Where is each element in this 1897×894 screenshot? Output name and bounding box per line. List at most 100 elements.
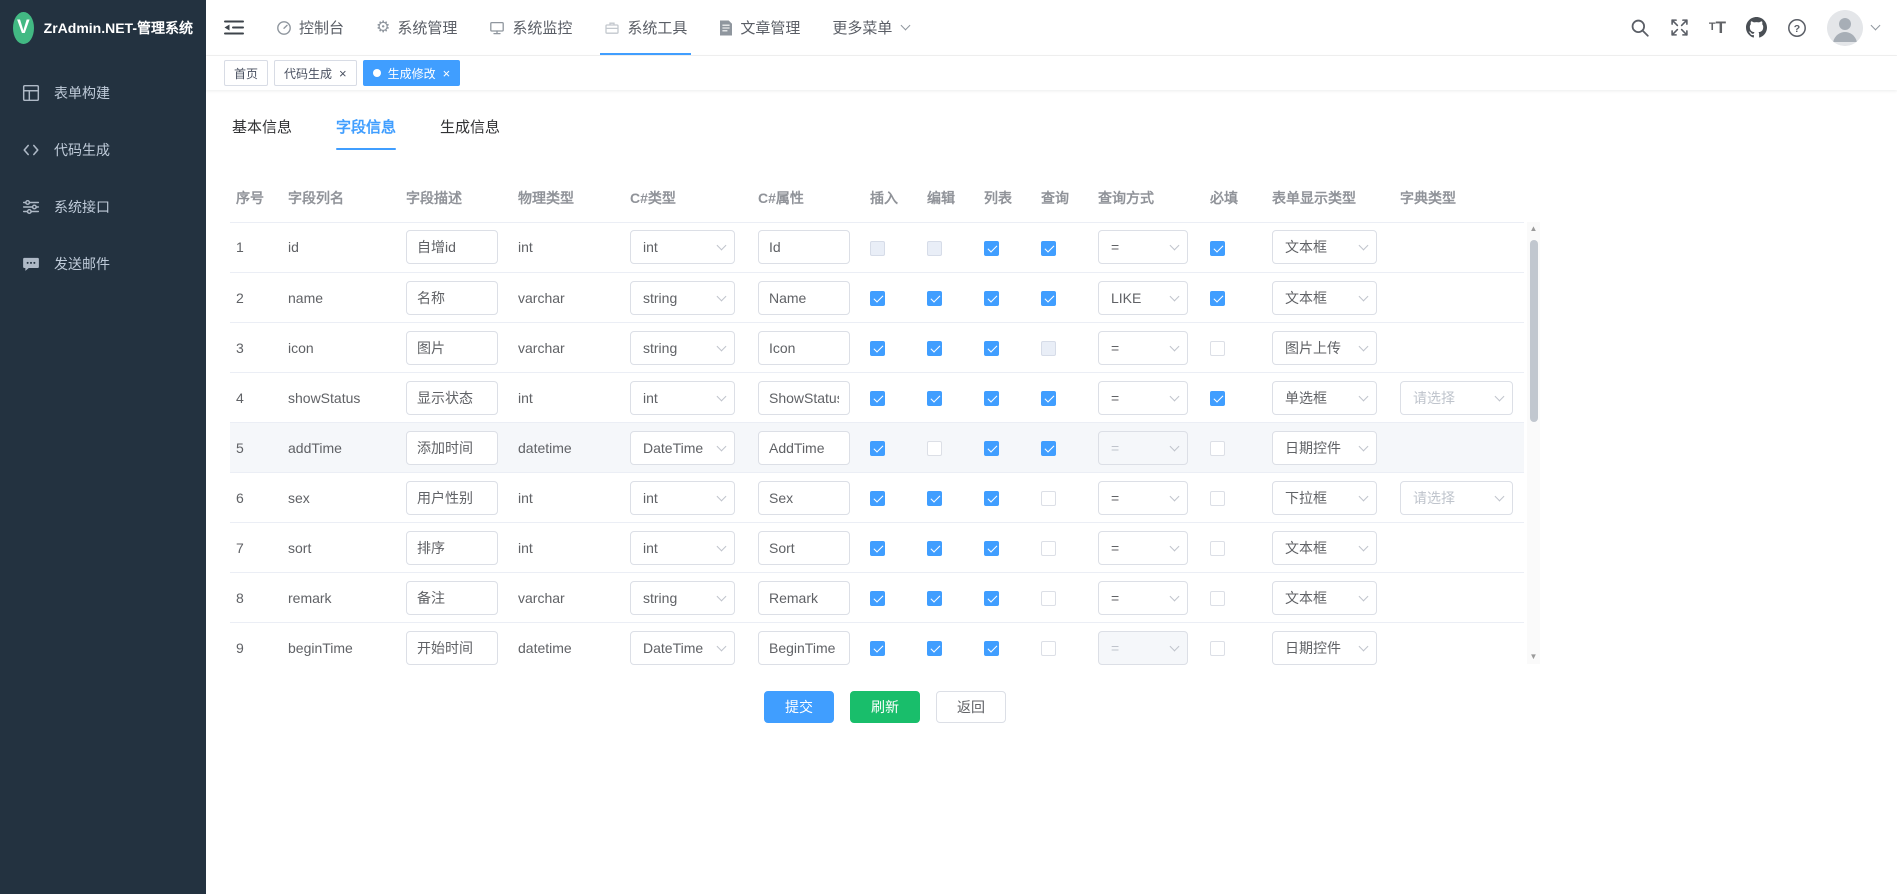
nav-item-system-tools[interactable]: 系统工具 (588, 0, 703, 55)
display-type-select[interactable]: 文本框 (1272, 230, 1377, 264)
fullscreen-icon[interactable] (1670, 18, 1689, 37)
query-checkbox[interactable] (1041, 491, 1056, 506)
dict-type-select[interactable]: 请选择 (1400, 381, 1513, 415)
insert-checkbox[interactable] (870, 391, 885, 406)
tab-generate-info[interactable]: 生成信息 (440, 116, 500, 150)
display-type-select[interactable]: 日期控件 (1272, 431, 1377, 465)
csprop-input[interactable] (758, 631, 850, 665)
list-checkbox[interactable] (984, 441, 999, 456)
edit-checkbox[interactable] (927, 441, 942, 456)
sidebar-item-send-mail[interactable]: 发送邮件 (0, 235, 206, 292)
cstype-select[interactable]: int (630, 531, 735, 565)
dict-type-select[interactable]: 请选择 (1400, 481, 1513, 515)
query-checkbox[interactable] (1041, 291, 1056, 306)
insert-checkbox[interactable] (870, 641, 885, 656)
insert-checkbox[interactable] (870, 341, 885, 356)
insert-checkbox[interactable] (870, 491, 885, 506)
edit-checkbox[interactable] (927, 591, 942, 606)
display-type-select[interactable]: 文本框 (1272, 581, 1377, 615)
query-checkbox[interactable] (1041, 391, 1056, 406)
nav-item-more-menu[interactable]: 更多菜单 (816, 0, 925, 55)
query-type-select[interactable]: = (1098, 381, 1188, 415)
tab-basic-info[interactable]: 基本信息 (232, 116, 292, 150)
display-type-select[interactable]: 日期控件 (1272, 631, 1377, 665)
cstype-select[interactable]: DateTime (630, 431, 735, 465)
list-checkbox[interactable] (984, 641, 999, 656)
required-checkbox[interactable] (1210, 591, 1225, 606)
insert-checkbox[interactable] (870, 291, 885, 306)
sidebar-item-form-builder[interactable]: 表单构建 (0, 64, 206, 121)
cstype-select[interactable]: string (630, 331, 735, 365)
insert-checkbox[interactable] (870, 541, 885, 556)
edit-checkbox[interactable] (927, 341, 942, 356)
query-type-select[interactable]: = (1098, 481, 1188, 515)
field-desc-input[interactable] (406, 581, 498, 615)
required-checkbox[interactable] (1210, 391, 1225, 406)
query-type-select[interactable]: LIKE (1098, 281, 1188, 315)
scroll-down-icon[interactable]: ▼ (1530, 650, 1538, 664)
cstype-select[interactable]: DateTime (630, 631, 735, 665)
avatar[interactable] (1827, 10, 1863, 46)
csprop-input[interactable] (758, 581, 850, 615)
query-checkbox[interactable] (1041, 541, 1056, 556)
field-desc-input[interactable] (406, 381, 498, 415)
sidebar-item-code-generation[interactable]: 代码生成 (0, 121, 206, 178)
list-checkbox[interactable] (984, 541, 999, 556)
query-checkbox[interactable] (1041, 241, 1056, 256)
display-type-select[interactable]: 图片上传 (1272, 331, 1377, 365)
tab-field-info[interactable]: 字段信息 (336, 116, 396, 150)
csprop-input[interactable] (758, 230, 850, 264)
query-checkbox[interactable] (1041, 641, 1056, 656)
close-icon[interactable]: × (443, 67, 451, 80)
tag-code-generation[interactable]: 代码生成 × (274, 60, 357, 86)
user-menu[interactable] (1827, 10, 1879, 46)
required-checkbox[interactable] (1210, 541, 1225, 556)
nav-item-article-management[interactable]: 文章管理 (703, 0, 816, 55)
list-checkbox[interactable] (984, 341, 999, 356)
back-button[interactable]: 返回 (936, 691, 1006, 723)
field-desc-input[interactable] (406, 531, 498, 565)
query-type-select[interactable]: = (1098, 581, 1188, 615)
search-icon[interactable] (1630, 18, 1650, 38)
csprop-input[interactable] (758, 431, 850, 465)
insert-checkbox[interactable] (870, 441, 885, 456)
field-desc-input[interactable] (406, 431, 498, 465)
menu-fold-icon[interactable] (224, 19, 244, 36)
query-type-select[interactable]: = (1098, 230, 1188, 264)
submit-button[interactable]: 提交 (764, 691, 834, 723)
edit-checkbox[interactable] (927, 641, 942, 656)
csprop-input[interactable] (758, 531, 850, 565)
scroll-up-icon[interactable]: ▲ (1530, 222, 1538, 236)
field-desc-input[interactable] (406, 281, 498, 315)
cstype-select[interactable]: int (630, 230, 735, 264)
cstype-select[interactable]: int (630, 381, 735, 415)
csprop-input[interactable] (758, 381, 850, 415)
cstype-select[interactable]: int (630, 481, 735, 515)
field-desc-input[interactable] (406, 230, 498, 264)
list-checkbox[interactable] (984, 241, 999, 256)
edit-checkbox[interactable] (927, 391, 942, 406)
tag-generate-edit[interactable]: 生成修改 × (363, 60, 461, 86)
sidebar-item-system-interface[interactable]: 系统接口 (0, 178, 206, 235)
close-icon[interactable]: × (339, 67, 347, 80)
required-checkbox[interactable] (1210, 441, 1225, 456)
edit-checkbox[interactable] (927, 491, 942, 506)
refresh-button[interactable]: 刷新 (850, 691, 920, 723)
display-type-select[interactable]: 单选框 (1272, 381, 1377, 415)
query-type-select[interactable]: = (1098, 531, 1188, 565)
cstype-select[interactable]: string (630, 281, 735, 315)
list-checkbox[interactable] (984, 291, 999, 306)
list-checkbox[interactable] (984, 491, 999, 506)
query-checkbox[interactable] (1041, 441, 1056, 456)
github-icon[interactable] (1746, 17, 1767, 38)
scrollbar-thumb[interactable] (1530, 240, 1538, 422)
insert-checkbox[interactable] (870, 591, 885, 606)
display-type-select[interactable]: 文本框 (1272, 531, 1377, 565)
field-desc-input[interactable] (406, 331, 498, 365)
cstype-select[interactable]: string (630, 581, 735, 615)
nav-item-console[interactable]: 控制台 (260, 0, 360, 55)
required-checkbox[interactable] (1210, 341, 1225, 356)
nav-item-system-monitoring[interactable]: 系统监控 (473, 0, 588, 55)
field-desc-input[interactable] (406, 631, 498, 665)
field-desc-input[interactable] (406, 481, 498, 515)
